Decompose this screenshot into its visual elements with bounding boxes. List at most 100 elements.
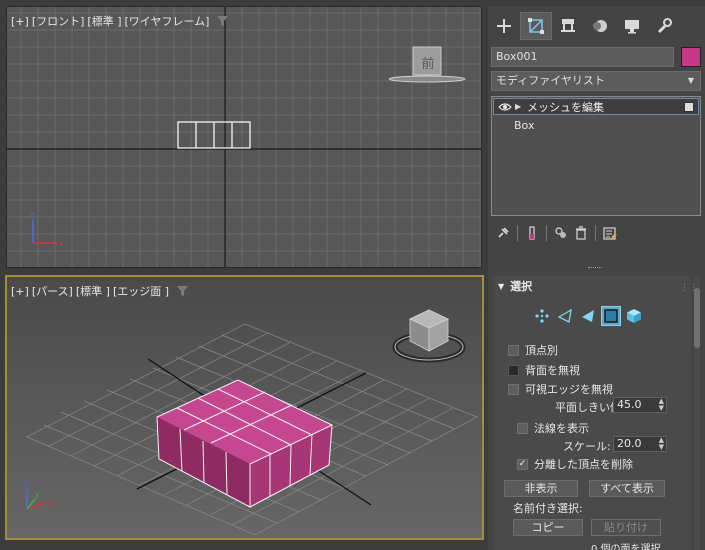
ignore-visible-edges-checkbox[interactable] (508, 383, 519, 395)
utilities-tab[interactable] (648, 12, 680, 40)
hierarchy-tab[interactable] (552, 12, 584, 40)
named-selections-label: 名前付き選択: (513, 502, 583, 515)
perspective-viewport-label: [+] [パース] [標準 ] [エッジ面 ] (11, 283, 189, 299)
subobject-mode-buttons (532, 306, 644, 326)
ignore-backface-checkbox[interactable] (508, 364, 519, 376)
show-end-result-button[interactable] (522, 223, 542, 243)
object-name-field[interactable]: Box001 (491, 47, 674, 67)
polygon-icon (604, 309, 618, 323)
polygon-mode-button[interactable] (601, 306, 621, 326)
perspective-scene: z x y (7, 277, 482, 538)
selection-status-text: 0 個の面を選択 (591, 544, 661, 550)
utilities-icon (657, 18, 672, 34)
copy-button[interactable]: コピー (513, 519, 583, 536)
by-vertex-label: 頂点別 (525, 344, 558, 357)
stack-toolbar (493, 222, 698, 244)
toolbar-divider (517, 225, 518, 241)
front-shading-menu[interactable]: [標準 ] (87, 13, 121, 29)
remove-modifier-button[interactable] (571, 223, 591, 243)
perspective-viewport[interactable]: z x y [+] [パース] [標準 ] [エッジ面 ] (5, 275, 484, 540)
pin-stack-button[interactable] (493, 223, 513, 243)
chevron-down-icon: ▼ (687, 76, 694, 85)
persp-plus-menu[interactable]: [+] (11, 285, 29, 298)
persp-shading-menu[interactable]: [標準 ] (76, 283, 110, 299)
unhide-all-button[interactable]: すべて表示 (589, 480, 665, 497)
filter-icon[interactable] (177, 286, 189, 296)
paste-button[interactable]: 貼り付け (591, 519, 661, 536)
configure-icon (603, 227, 617, 240)
face-mode-button[interactable] (578, 306, 598, 326)
modifier-list-label: モディファイヤリスト (496, 74, 605, 87)
svg-text:z: z (30, 210, 34, 219)
front-axis-gizmo: z x (30, 210, 64, 248)
svg-text:y: y (35, 490, 40, 499)
display-tab[interactable] (616, 12, 648, 40)
element-icon (627, 309, 641, 323)
make-unique-button[interactable] (551, 223, 571, 243)
persp-view-menu[interactable]: [パース] (32, 283, 73, 299)
configure-sets-button[interactable] (600, 223, 620, 243)
viewcube-face-label[interactable]: 前 (414, 53, 442, 72)
ignore-backface-option[interactable]: 背面を無視 (508, 362, 580, 378)
hierarchy-icon (561, 19, 575, 32)
front-viewport[interactable]: z x 前 [+] [フロント] [標準 ] [ワイヤフレーム] (6, 6, 482, 268)
scale-value[interactable]: 20.0 (617, 437, 642, 450)
front-box-wire (177, 121, 251, 149)
stack-item-label: メッシュを編集 (527, 100, 604, 114)
panel-scrollbar-thumb[interactable] (694, 288, 700, 348)
delete-isolated-label: 分離した頂点を削除 (534, 458, 633, 471)
show-normals-checkbox[interactable] (517, 422, 528, 434)
delete-isolated-option[interactable]: ✓ 分離した頂点を削除 (517, 456, 633, 472)
eye-icon[interactable] (497, 102, 513, 112)
modifier-stack[interactable]: ▶ メッシュを編集 Box (491, 96, 701, 216)
command-panel-tabs (488, 12, 705, 42)
edge-icon (557, 308, 572, 323)
spinner-arrows-icon[interactable]: ▲ ▼ (659, 398, 664, 412)
panel-resize-handle[interactable] (588, 267, 602, 270)
selection-rollout-header[interactable]: ▼ 選択 (493, 278, 691, 294)
planar-threshold-spinner[interactable]: 45.0 ▲ ▼ (613, 397, 667, 413)
spinner-arrows-icon[interactable]: ▲ ▼ (659, 437, 664, 451)
front-display-menu[interactable]: [ワイヤフレーム] (125, 13, 210, 29)
ignore-visible-edges-label: 可視エッジを無視 (525, 383, 613, 396)
collapse-icon: ▼ (498, 281, 505, 291)
stack-item-edit-mesh[interactable]: ▶ メッシュを編集 (493, 98, 699, 115)
edge-mode-button[interactable] (555, 306, 575, 326)
delete-isolated-checkbox[interactable]: ✓ (517, 458, 528, 470)
filter-icon[interactable] (217, 16, 229, 26)
by-vertex-checkbox[interactable] (508, 344, 519, 356)
hide-button[interactable]: 非表示 (504, 480, 578, 497)
vertex-mode-button[interactable] (532, 306, 552, 326)
show-normals-label: 法線を表示 (534, 422, 589, 435)
create-tab[interactable] (488, 12, 520, 40)
svg-text:x: x (47, 498, 52, 507)
ignore-backface-label: 背面を無視 (525, 364, 580, 377)
display-icon (625, 20, 639, 34)
svg-text:x: x (59, 239, 64, 248)
panel-scrollbar[interactable] (694, 276, 700, 550)
ignore-visible-edges-option[interactable]: 可視エッジを無視 (508, 381, 613, 397)
by-vertex-option[interactable]: 頂点別 (508, 342, 558, 358)
modifier-list-dropdown[interactable]: モディファイヤリスト ▼ (491, 71, 701, 91)
trash-icon (576, 226, 586, 240)
show-normals-option[interactable]: 法線を表示 (517, 420, 589, 436)
persp-display-menu[interactable]: [エッジ面 ] (113, 283, 169, 299)
object-color-swatch[interactable] (681, 47, 701, 67)
stack-item-toggle[interactable] (684, 102, 694, 112)
stack-item-box[interactable]: Box (514, 119, 534, 132)
command-panel: Box001 モディファイヤリスト ▼ ▶ メッシュを編集 Box ▼ 選択 頂… (488, 6, 705, 550)
pin-icon (498, 227, 509, 238)
motion-icon (593, 20, 607, 32)
vertex-icon (535, 309, 549, 323)
front-view-menu[interactable]: [フロント] (32, 13, 85, 29)
front-plus-menu[interactable]: [+] (11, 15, 29, 28)
planar-threshold-value[interactable]: 45.0 (617, 398, 642, 411)
element-mode-button[interactable] (624, 306, 644, 326)
scale-spinner[interactable]: 20.0 ▲ ▼ (613, 436, 667, 452)
toolbar-divider (595, 225, 596, 241)
selection-rollout: ▼ 選択 頂点別 背面を無視 可視エッジを無視 平面しきい値: 45.0 ▲ ▼… (493, 276, 691, 550)
modify-tab[interactable] (520, 12, 552, 40)
motion-tab[interactable] (584, 12, 616, 40)
create-icon (497, 19, 511, 33)
expand-arrow-icon[interactable]: ▶ (515, 102, 527, 111)
